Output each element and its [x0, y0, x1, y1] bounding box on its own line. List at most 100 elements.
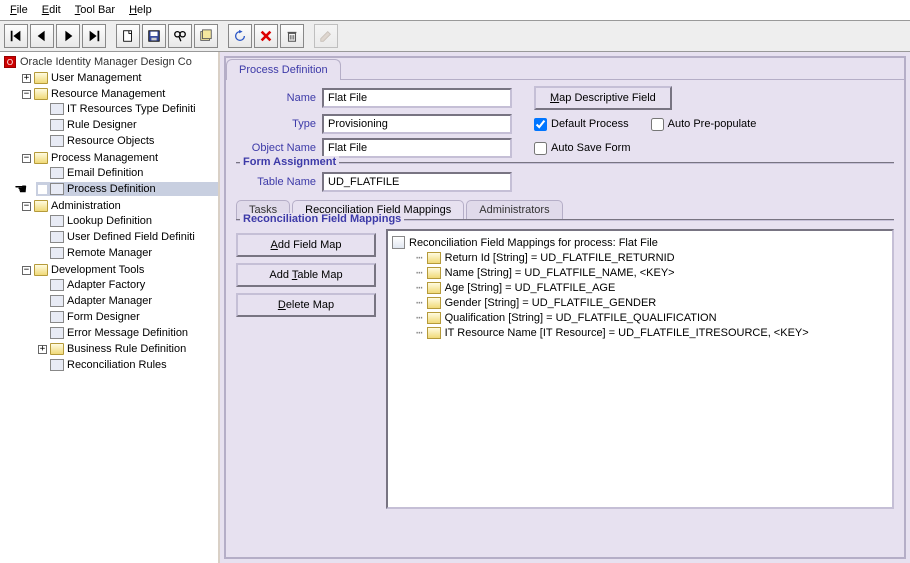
menu-bar: File Edit Tool Bar Help	[0, 0, 910, 21]
folder-icon	[427, 297, 441, 309]
previous-record-button[interactable]	[30, 24, 54, 48]
recon-section-title: Reconciliation Field Mappings	[240, 213, 404, 225]
collapse-icon[interactable]: −	[22, 90, 31, 99]
oracle-logo-icon: O	[4, 56, 16, 68]
add-field-map-button[interactable]: Add Field Map	[236, 233, 376, 257]
first-record-button[interactable]	[4, 24, 28, 48]
globe-icon	[50, 295, 64, 307]
tree-development-tools[interactable]: −Development Tools	[20, 263, 218, 277]
refresh-button[interactable]	[228, 24, 252, 48]
cancel-button[interactable]	[254, 24, 278, 48]
search-button[interactable]	[168, 24, 192, 48]
document-icon	[50, 119, 64, 131]
menu-edit[interactable]: Edit	[36, 2, 67, 18]
tree-root-label: Oracle Identity Manager Design Co	[20, 56, 192, 68]
server-icon	[50, 247, 64, 259]
cursor-pointer-icon: ☚	[14, 180, 27, 198]
tab-administrators[interactable]: Administrators	[466, 200, 562, 219]
name-label: Name	[236, 92, 316, 104]
tree-resource-objects[interactable]: Resource Objects	[36, 134, 218, 148]
tab-process-definition[interactable]: Process Definition	[226, 59, 341, 80]
tree-email-definition[interactable]: Email Definition	[36, 166, 218, 180]
tree-process-definition[interactable]: Process Definition	[36, 182, 218, 196]
collapse-icon[interactable]: −	[22, 266, 31, 275]
form-icon	[50, 231, 64, 243]
tree-adapter-factory[interactable]: Adapter Factory	[36, 278, 218, 292]
mail-icon	[50, 167, 64, 179]
explorer-tree: O Oracle Identity Manager Design Co +Use…	[0, 52, 220, 563]
mapping-item[interactable]: ⋯Name [String] = UD_FLATFILE_NAME, <KEY>	[392, 265, 888, 280]
auto-prepopulate-checkbox[interactable]: Auto Pre-populate	[651, 118, 757, 131]
tree-it-resource-type[interactable]: IT Resources Type Definiti	[36, 102, 218, 116]
edit-button[interactable]	[314, 24, 338, 48]
pencil-icon	[50, 311, 64, 323]
next-record-button[interactable]	[56, 24, 80, 48]
form-assignment-legend: Form Assignment	[240, 156, 339, 168]
object-name-label: Object Name	[236, 142, 316, 154]
mapping-item[interactable]: ⋯Return Id [String] = UD_FLATFILE_RETURN…	[392, 250, 888, 265]
mapping-tree[interactable]: Reconciliation Field Mappings for proces…	[386, 229, 894, 509]
tree-remote-manager[interactable]: Remote Manager	[36, 246, 218, 260]
type-input[interactable]	[322, 114, 512, 134]
folder-icon	[427, 267, 441, 279]
gear-icon	[50, 279, 64, 291]
last-record-button[interactable]	[82, 24, 106, 48]
new-button[interactable]	[116, 24, 140, 48]
tree-adapter-manager[interactable]: Adapter Manager	[36, 294, 218, 308]
name-input[interactable]	[322, 88, 512, 108]
toolbar	[0, 21, 910, 52]
auto-save-checkbox[interactable]: Auto Save Form	[534, 142, 630, 155]
tree-business-rule-definition[interactable]: +Business Rule Definition	[36, 342, 218, 356]
tree-lookup-definition[interactable]: Lookup Definition	[36, 214, 218, 228]
folder-icon	[34, 88, 48, 100]
folder-icon	[427, 282, 441, 294]
warning-icon	[50, 327, 64, 339]
expand-icon[interactable]: +	[22, 74, 31, 83]
add-table-map-button[interactable]: Add Table Map	[236, 263, 376, 287]
rules-icon	[50, 359, 64, 371]
menu-toolbar[interactable]: Tool Bar	[69, 2, 121, 18]
document-icon	[50, 103, 64, 115]
mapping-item[interactable]: ⋯Age [String] = UD_FLATFILE_AGE	[392, 280, 888, 295]
tree-rule-designer[interactable]: Rule Designer	[36, 118, 218, 132]
table-name-label: Table Name	[236, 176, 316, 188]
objects-icon	[50, 135, 64, 147]
folder-icon	[50, 343, 64, 355]
search-icon	[50, 215, 64, 227]
delete-map-button[interactable]: Delete Map	[236, 293, 376, 317]
tree-form-designer[interactable]: Form Designer	[36, 310, 218, 324]
mapping-item[interactable]: ⋯Gender [String] = UD_FLATFILE_GENDER	[392, 295, 888, 310]
default-process-checkbox[interactable]: Default Process	[534, 118, 629, 131]
mapping-tree-root[interactable]: Reconciliation Field Mappings for proces…	[392, 235, 888, 250]
tree-error-message-definition[interactable]: Error Message Definition	[36, 326, 218, 340]
collapse-icon[interactable]: −	[22, 202, 31, 211]
notes-button[interactable]	[194, 24, 218, 48]
tree-user-defined-field[interactable]: User Defined Field Definiti	[36, 230, 218, 244]
expand-icon[interactable]: +	[38, 345, 47, 354]
tree-process-management[interactable]: −Process Management	[20, 151, 218, 165]
folder-icon	[34, 152, 48, 164]
main-tab-header: Process Definition	[226, 58, 904, 79]
object-name-input[interactable]	[322, 138, 512, 158]
mapping-item[interactable]: ⋯Qualification [String] = UD_FLATFILE_QU…	[392, 310, 888, 325]
collapse-icon[interactable]: −	[22, 154, 31, 163]
page-icon	[392, 236, 405, 249]
folder-icon	[34, 72, 48, 84]
tree-resource-management[interactable]: −Resource Management	[20, 87, 218, 101]
folder-icon	[34, 200, 48, 212]
menu-file[interactable]: File	[4, 2, 34, 18]
mapping-item[interactable]: ⋯IT Resource Name [IT Resource] = UD_FLA…	[392, 325, 888, 340]
save-button[interactable]	[142, 24, 166, 48]
content-area: Process Definition Name Map Descriptive …	[220, 52, 910, 563]
folder-icon	[34, 264, 48, 276]
folder-icon	[427, 252, 441, 264]
tree-user-management[interactable]: +User Management	[20, 71, 218, 85]
tree-reconciliation-rules[interactable]: Reconciliation Rules	[36, 358, 218, 372]
tree-administration[interactable]: −Administration	[20, 199, 218, 213]
menu-help[interactable]: Help	[123, 2, 158, 18]
table-name-input[interactable]	[322, 172, 512, 192]
folder-icon	[427, 312, 441, 324]
tree-root[interactable]: O Oracle Identity Manager Design Co	[2, 54, 218, 70]
delete-button[interactable]	[280, 24, 304, 48]
map-descriptive-field-button[interactable]: Map Descriptive Field	[534, 86, 672, 110]
